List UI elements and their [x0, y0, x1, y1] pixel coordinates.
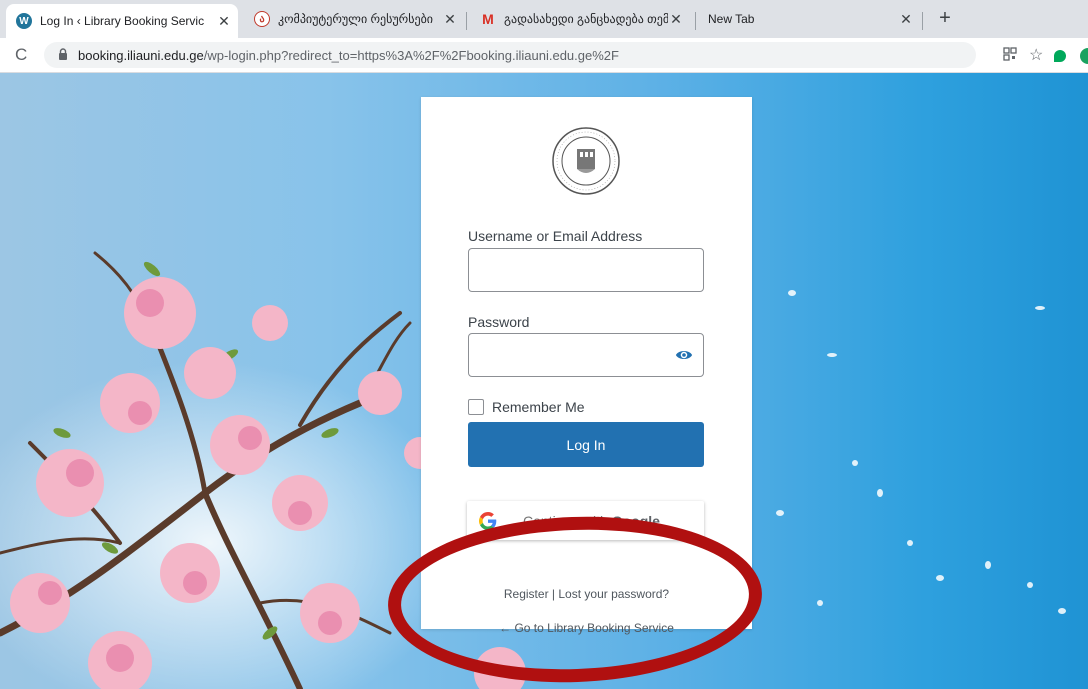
username-input[interactable] [469, 249, 689, 289]
tab-separator [466, 12, 467, 30]
qr-code-icon[interactable] [1003, 47, 1017, 64]
tab-title: კომპიუტერული რესურსები [278, 12, 434, 26]
url-host: booking.iliauni.edu.ge [78, 47, 204, 63]
university-seal-logo [552, 127, 620, 195]
close-icon[interactable]: ✕ [216, 13, 232, 30]
password-field[interactable] [468, 333, 704, 377]
page-background: Username or Email Address Password Remem… [0, 73, 1088, 689]
wordpress-icon: W [16, 13, 32, 29]
browser-toolbar: C booking.iliauni.edu.ge/wp-login.php?re… [0, 38, 1088, 73]
tab-title: New Tab [708, 12, 755, 26]
show-password-eye-icon[interactable] [675, 346, 693, 364]
password-input[interactable] [469, 334, 689, 374]
login-button[interactable]: Log In [468, 422, 704, 467]
browser-tab-strip: W Log In ‹ Library Booking Servic ✕ ა კო… [0, 0, 1088, 38]
new-tab-plus-icon[interactable]: + [934, 8, 956, 30]
tab-new[interactable]: New Tab ✕ [698, 4, 920, 34]
remember-me[interactable]: Remember Me [468, 399, 585, 415]
remember-me-checkbox[interactable] [468, 399, 484, 415]
close-icon[interactable]: ✕ [668, 11, 684, 28]
extension-icon[interactable] [1054, 50, 1066, 62]
username-label: Username or Email Address [468, 228, 643, 244]
lock-icon [58, 47, 70, 63]
tab-separator [695, 12, 696, 30]
close-icon[interactable]: ✕ [898, 11, 914, 28]
close-icon[interactable]: ✕ [442, 11, 458, 28]
tab-gmail[interactable]: M გადასახედი განცხადება თემ ✕ [470, 4, 690, 34]
gmail-icon: M [482, 11, 494, 27]
university-seal-icon: ა [254, 11, 270, 27]
bookmark-star-icon[interactable]: ☆ [1029, 45, 1043, 65]
remember-me-label: Remember Me [492, 399, 585, 415]
tab-separator [922, 12, 923, 30]
tab-login[interactable]: W Log In ‹ Library Booking Servic ✕ [6, 4, 238, 38]
password-label: Password [468, 314, 530, 330]
url-path: /wp-login.php?redirect_to=https%3A%2F%2F… [203, 47, 619, 63]
tab-computer-resources[interactable]: ა კომპიუტერული რესურსები ✕ [244, 4, 464, 34]
address-bar[interactable]: booking.iliauni.edu.ge/wp-login.php?redi… [44, 42, 976, 68]
username-field[interactable] [468, 248, 704, 292]
tab-title: Log In ‹ Library Booking Servic [40, 14, 205, 28]
reload-icon[interactable]: C [15, 45, 27, 65]
extension-icon[interactable] [1080, 48, 1088, 64]
tab-title: გადასახედი განცხადება თემ [504, 12, 668, 26]
